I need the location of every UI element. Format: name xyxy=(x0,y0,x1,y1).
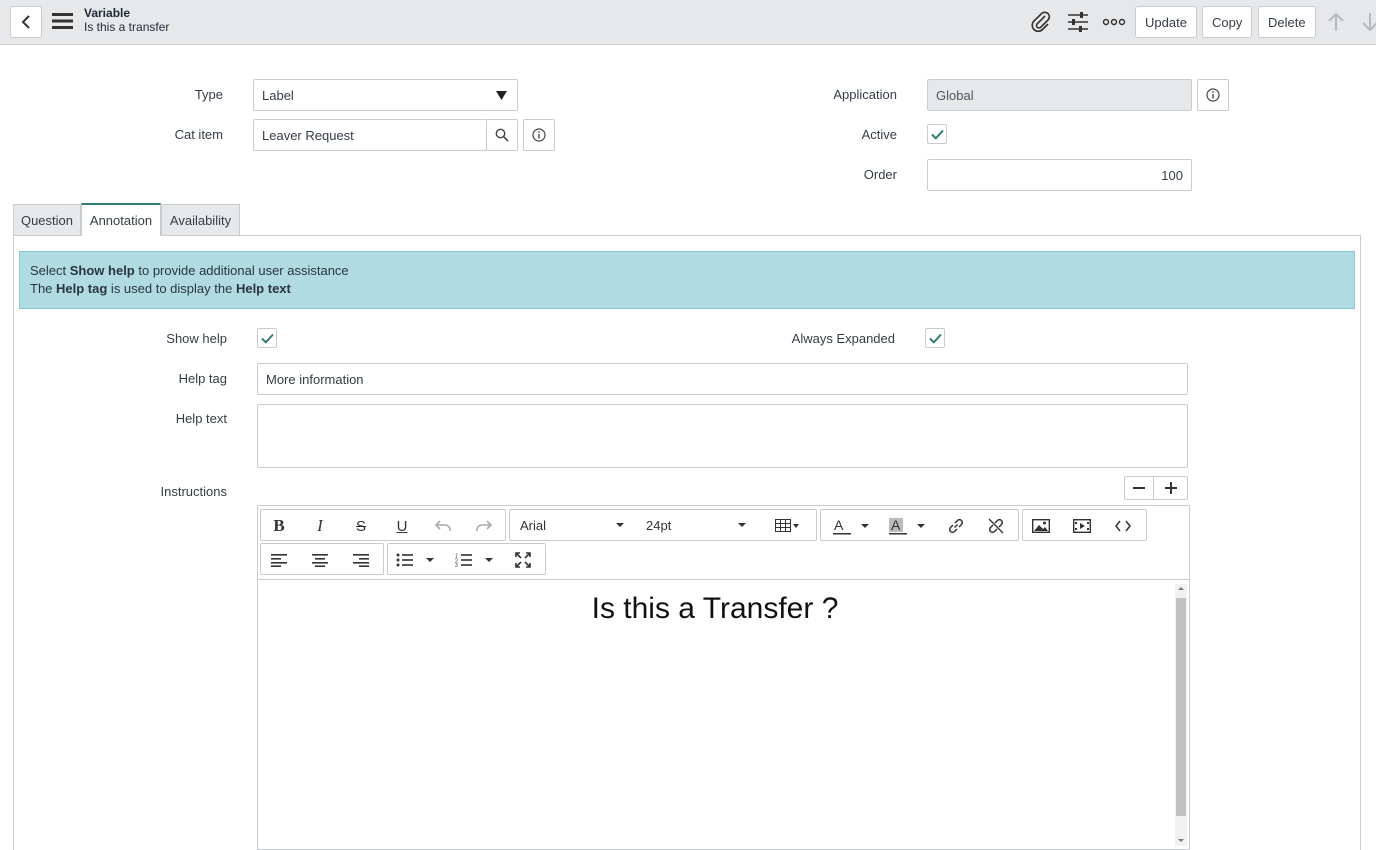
media-group xyxy=(1022,509,1147,541)
tab-question[interactable]: Question xyxy=(13,204,81,236)
cat-item-label: Cat item xyxy=(174,127,223,142)
unlink-icon[interactable] xyxy=(982,514,1010,538)
cat-item-value: Leaver Request xyxy=(262,127,354,143)
help-text-input[interactable] xyxy=(257,404,1188,468)
list-group: 123 xyxy=(387,543,546,575)
paperclip-icon[interactable] xyxy=(1029,10,1053,34)
copy-button[interactable]: Copy xyxy=(1202,6,1253,38)
search-icon xyxy=(495,128,509,142)
instructions-editor: B I S U Arial 24pt A A 1 2 3 Is this a T… xyxy=(257,505,1190,850)
svg-text:A: A xyxy=(834,517,844,533)
tab-availability[interactable]: Availability xyxy=(161,204,240,236)
table-icon[interactable] xyxy=(770,514,804,538)
type-label: Type xyxy=(194,87,223,102)
background-color-icon[interactable]: A xyxy=(885,514,929,538)
form-header: Variable Is this a transfer Update Copy … xyxy=(0,0,1376,45)
collapse-editor-button[interactable] xyxy=(1124,476,1154,500)
arrow-up-icon[interactable] xyxy=(1324,10,1348,34)
svg-text:3: 3 xyxy=(455,563,458,567)
text-color-icon[interactable]: A xyxy=(829,514,873,538)
numbered-list-icon[interactable]: 123 xyxy=(453,548,497,572)
caret-down-icon xyxy=(616,523,624,527)
redo-icon[interactable] xyxy=(470,514,498,538)
dropdown-arrow-icon xyxy=(496,91,507,100)
bullet-list-icon[interactable] xyxy=(394,548,438,572)
strikethrough-icon[interactable]: S xyxy=(347,514,375,538)
annotation-info-message: Select Show help to provide additional u… xyxy=(19,251,1355,309)
application-info-button[interactable] xyxy=(1197,79,1229,111)
font-size-value: 24pt xyxy=(646,517,672,533)
italic-icon[interactable]: I xyxy=(306,514,334,538)
checkmark-icon xyxy=(928,333,942,344)
order-input[interactable]: 100 xyxy=(927,159,1192,191)
active-checkbox[interactable] xyxy=(927,124,947,144)
font-family-value: Arial xyxy=(520,517,547,533)
always-expanded-label: Always Expanded xyxy=(791,331,895,346)
help-tag-input[interactable]: More information xyxy=(257,363,1188,395)
type-select[interactable]: Label xyxy=(253,79,518,111)
cat-item-info-button[interactable] xyxy=(523,119,555,151)
svg-text:A: A xyxy=(891,517,901,533)
order-value: 100 xyxy=(1161,167,1183,183)
cat-item-input[interactable]: Leaver Request xyxy=(253,119,487,151)
image-icon[interactable] xyxy=(1027,514,1055,538)
plus-icon xyxy=(1164,482,1177,494)
fullscreen-icon[interactable] xyxy=(509,548,537,572)
font-family-select[interactable]: Arial xyxy=(520,510,630,540)
header-title: Variable xyxy=(84,6,131,20)
application-value: Global xyxy=(936,87,974,103)
source-code-icon[interactable] xyxy=(1109,514,1137,538)
info-icon xyxy=(532,128,546,142)
settings-sliders-icon[interactable] xyxy=(1066,10,1090,34)
undo-icon[interactable] xyxy=(429,514,457,538)
delete-button[interactable]: Delete xyxy=(1258,6,1316,38)
help-text-label: Help text xyxy=(175,411,227,426)
show-help-checkbox[interactable] xyxy=(257,328,277,348)
arrow-down-icon[interactable] xyxy=(1358,10,1376,34)
show-help-label: Show help xyxy=(166,331,227,346)
video-icon[interactable] xyxy=(1068,514,1096,538)
header-subtitle: Is this a transfer xyxy=(84,20,170,34)
help-tag-value: More information xyxy=(266,371,364,387)
format-group: B I S U xyxy=(260,509,506,541)
tab-annotation[interactable]: Annotation xyxy=(81,203,161,236)
minus-icon xyxy=(1133,487,1145,489)
order-label: Order xyxy=(863,167,897,182)
align-group xyxy=(260,543,384,575)
editor-scrollbar[interactable] xyxy=(1175,584,1187,846)
back-button[interactable] xyxy=(10,6,42,38)
editor-content: Is this a Transfer ? xyxy=(591,592,839,625)
expand-editor-button[interactable] xyxy=(1153,476,1188,500)
help-tag-label: Help tag xyxy=(178,371,227,386)
chevron-left-icon xyxy=(21,15,30,29)
more-options-icon[interactable] xyxy=(1102,10,1126,34)
info-line-1: Select Show help to provide additional u… xyxy=(30,263,349,278)
underline-icon[interactable]: U xyxy=(388,514,416,538)
font-size-select[interactable]: 24pt xyxy=(646,510,752,540)
always-expanded-checkbox[interactable] xyxy=(925,328,945,348)
update-button[interactable]: Update xyxy=(1135,6,1197,38)
font-group: Arial 24pt xyxy=(509,509,817,541)
header-titles: Variable Is this a transfer xyxy=(84,6,169,34)
align-right-icon[interactable] xyxy=(347,548,375,572)
application-field: Global xyxy=(927,79,1192,111)
caret-down-icon xyxy=(738,523,746,527)
checkmark-icon xyxy=(930,129,944,140)
type-value: Label xyxy=(262,87,294,103)
editor-content-area[interactable]: Is this a Transfer ? xyxy=(258,579,1189,847)
instructions-label: Instructions xyxy=(160,484,227,499)
info-icon xyxy=(1206,88,1220,102)
align-left-icon[interactable] xyxy=(265,548,293,572)
bold-icon[interactable]: B xyxy=(265,514,293,538)
info-line-2: The Help tag is used to display the Help… xyxy=(30,281,291,296)
active-label: Active xyxy=(861,127,897,142)
color-link-group: A A xyxy=(820,509,1019,541)
link-icon[interactable] xyxy=(942,514,970,538)
hamburger-menu-icon[interactable] xyxy=(52,12,74,32)
checkmark-icon xyxy=(260,333,274,344)
application-label: Application xyxy=(833,87,897,102)
align-center-icon[interactable] xyxy=(306,548,334,572)
cat-item-lookup-button[interactable] xyxy=(486,119,518,151)
